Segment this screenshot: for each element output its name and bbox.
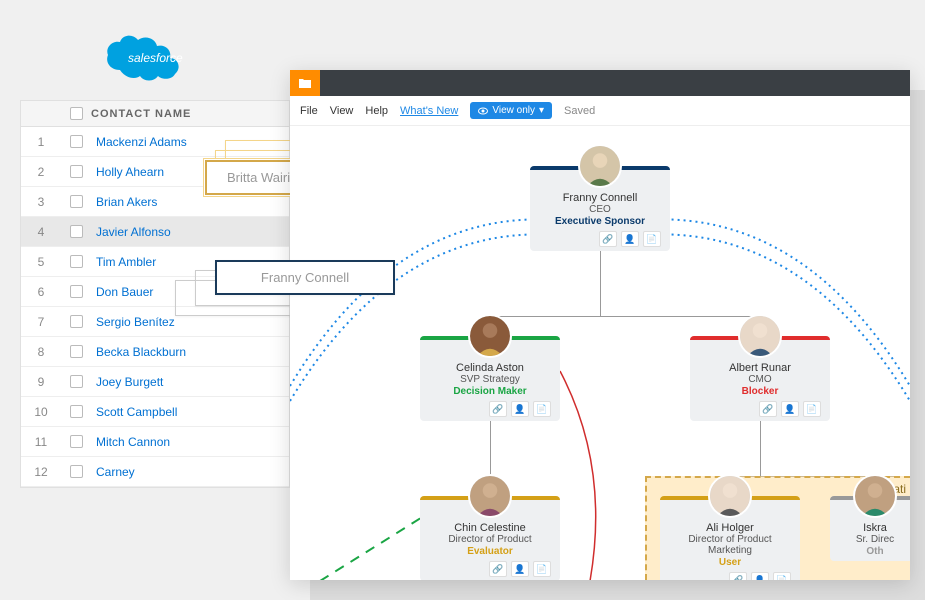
row-checkbox[interactable] (70, 315, 83, 328)
notes-icon[interactable]: 📄 (773, 572, 791, 580)
table-row[interactable]: 11Mitch Cannon (21, 427, 289, 457)
menubar: File View Help What's New View only ▾ Sa… (290, 96, 910, 126)
notes-icon[interactable]: 📄 (803, 401, 821, 417)
menu-help[interactable]: Help (365, 105, 388, 117)
link-icon[interactable]: 🔗 (489, 401, 507, 417)
row-checkbox[interactable] (70, 255, 83, 268)
orgchart-canvas[interactable]: Evaluati Franny Connell CEO Executive Sp… (290, 126, 910, 580)
notes-icon[interactable]: 📄 (533, 561, 551, 577)
select-all-checkbox[interactable] (70, 107, 83, 120)
link-icon[interactable]: 🔗 (489, 561, 507, 577)
contact-header-label: CONTACT NAME (91, 108, 289, 120)
row-checkbox[interactable] (70, 345, 83, 358)
row-checkbox[interactable] (70, 165, 83, 178)
row-checkbox[interactable] (70, 465, 83, 478)
folder-tab[interactable] (290, 70, 320, 96)
table-row[interactable]: 8Becka Blackburn (21, 337, 289, 367)
drag-card-franny[interactable]: Franny Connell (215, 260, 395, 295)
chevron-down-icon: ▾ (539, 105, 544, 116)
avatar (738, 314, 782, 358)
avatar (578, 144, 622, 188)
notes-icon[interactable]: 📄 (643, 231, 661, 247)
menu-file[interactable]: File (300, 105, 318, 117)
notes-icon[interactable]: 📄 (533, 401, 551, 417)
person-icon[interactable]: 👤 (511, 401, 529, 417)
avatar (468, 474, 512, 518)
table-row[interactable]: 4Javier Alfonso (21, 217, 289, 247)
folder-icon (298, 77, 312, 89)
org-node-ali[interactable]: Ali Holger Director of Product Marketing… (660, 496, 800, 580)
orgchart-window: File View Help What's New View only ▾ Sa… (290, 70, 910, 580)
row-checkbox[interactable] (70, 135, 83, 148)
org-node-iskra[interactable]: Iskra Sr. Direc Oth (830, 496, 910, 561)
avatar (468, 314, 512, 358)
row-checkbox[interactable] (70, 195, 83, 208)
org-node-chin[interactable]: Chin Celestine Director of Product Evalu… (420, 496, 560, 580)
eye-icon (478, 107, 488, 115)
org-node-celinda[interactable]: Celinda Aston SVP Strategy Decision Make… (420, 336, 560, 421)
contact-header-row: CONTACT NAME (21, 101, 289, 127)
row-checkbox[interactable] (70, 225, 83, 238)
logo-text: salesforce (128, 51, 183, 65)
table-row[interactable]: 12Carney (21, 457, 289, 487)
row-checkbox[interactable] (70, 285, 83, 298)
avatar (708, 474, 752, 518)
link-icon[interactable]: 🔗 (729, 572, 747, 580)
person-icon[interactable]: 👤 (621, 231, 639, 247)
person-icon[interactable]: 👤 (781, 401, 799, 417)
row-checkbox[interactable] (70, 375, 83, 388)
avatar (853, 474, 897, 518)
link-icon[interactable]: 🔗 (599, 231, 617, 247)
whats-new-link[interactable]: What's New (400, 105, 458, 117)
salesforce-logo: salesforce (100, 30, 190, 95)
table-row[interactable]: 10Scott Campbell (21, 397, 289, 427)
table-row[interactable]: 9Joey Burgett (21, 367, 289, 397)
saved-status: Saved (564, 105, 595, 117)
connector (490, 316, 760, 317)
person-icon[interactable]: 👤 (511, 561, 529, 577)
person-icon[interactable]: 👤 (751, 572, 769, 580)
row-checkbox[interactable] (70, 435, 83, 448)
org-node-albert[interactable]: Albert Runar CMO Blocker 🔗 👤 📄 (690, 336, 830, 421)
org-node-ceo[interactable]: Franny Connell CEO Executive Sponsor 🔗 👤… (530, 166, 670, 251)
view-only-button[interactable]: View only ▾ (470, 102, 552, 119)
menu-view[interactable]: View (330, 105, 354, 117)
link-icon[interactable]: 🔗 (759, 401, 777, 417)
row-checkbox[interactable] (70, 405, 83, 418)
titlebar[interactable] (290, 70, 910, 96)
